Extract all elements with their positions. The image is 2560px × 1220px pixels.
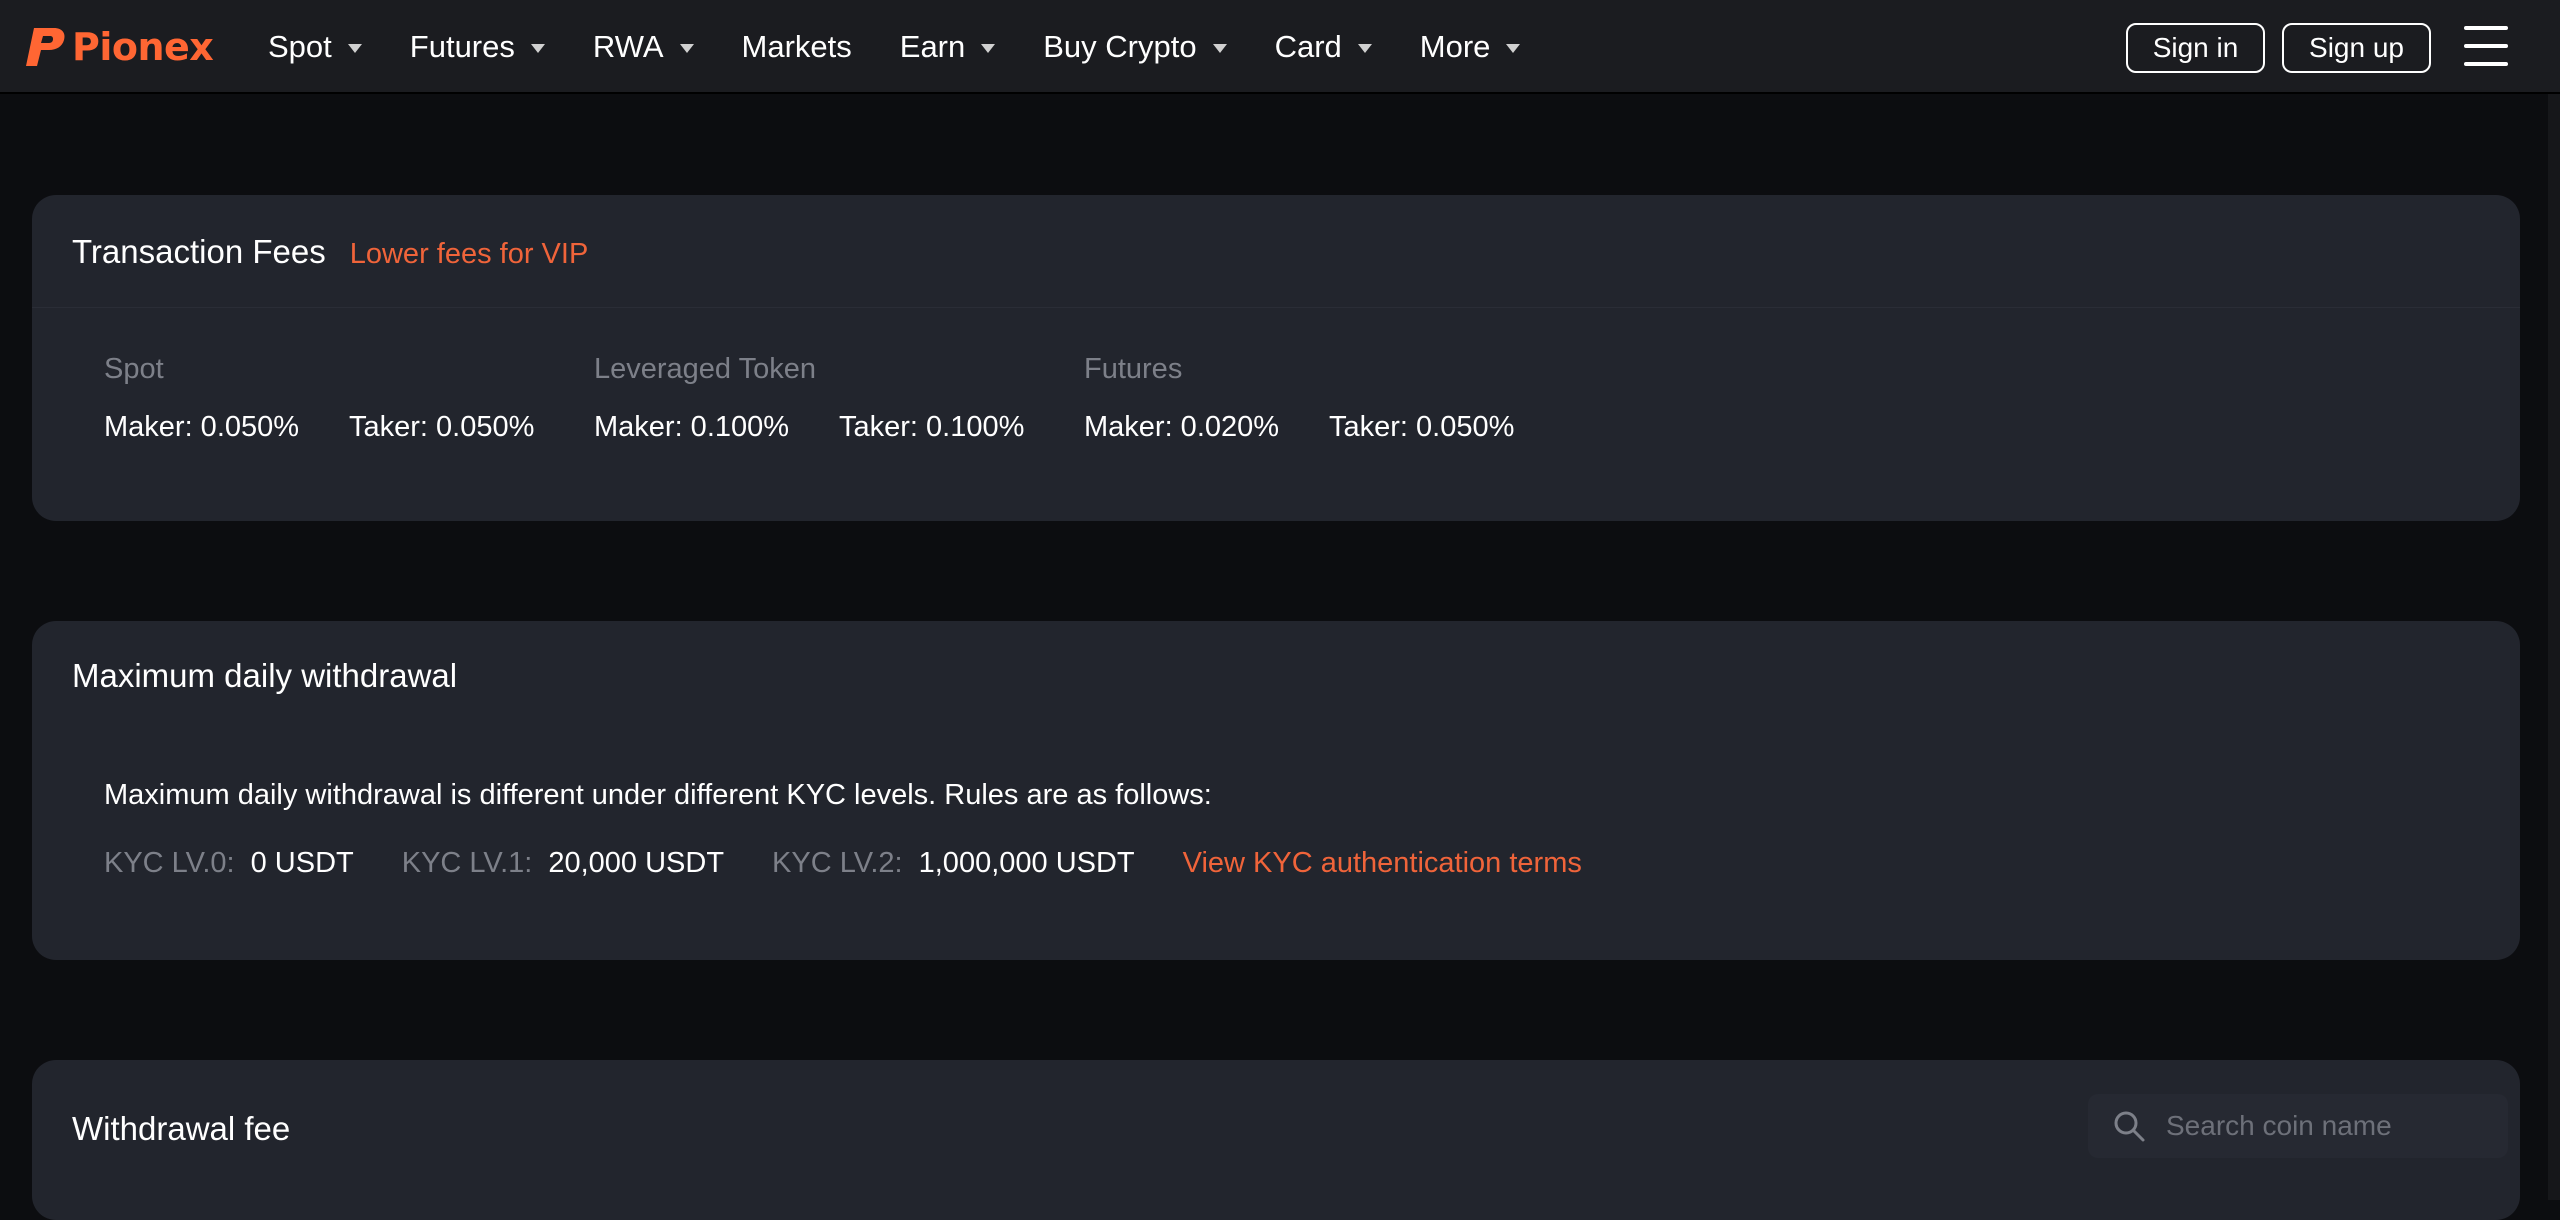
maker-fee: Maker: 0.020% (1084, 411, 1280, 443)
maker-fee: Maker: 0.050% (104, 411, 300, 443)
logo-text: Pionex (72, 25, 214, 69)
top-navbar: Pionex Spot Futures RWA Markets Earn Buy… (0, 0, 2560, 94)
search-icon (2112, 1109, 2146, 1143)
kyc-level-limit: 20,000 USDT (548, 847, 725, 879)
nav-rwa-label: RWA (592, 29, 664, 64)
taker-fee: Taker: 0.100% (839, 411, 1025, 443)
maker-fee: Maker: 0.100% (594, 411, 790, 443)
caret-down-icon (981, 43, 996, 53)
caret-down-icon (1357, 43, 1372, 53)
kyc-terms-link[interactable]: View KYC authentication terms (1183, 847, 1582, 880)
fee-group-label: Spot (104, 353, 164, 385)
transaction-fees-card: Transaction Fees Lower fees for VIP Spot… (32, 195, 2520, 521)
nav-card[interactable]: Card (1275, 0, 1372, 94)
kyc-level-label: KYC LV.0: (104, 847, 235, 879)
withdrawal-fee-title: Withdrawal fee (72, 1110, 291, 1147)
fee-group-spot: Spot Maker: 0.050% Taker: 0.050% (104, 353, 534, 443)
nav-markets[interactable]: Markets (742, 0, 852, 94)
nav-earn[interactable]: Earn (899, 0, 996, 94)
nav-more[interactable]: More (1420, 0, 1521, 94)
nav-more-label: More (1419, 29, 1491, 64)
fee-group-futures: Futures Maker: 0.020% Taker: 0.050% (1084, 353, 1514, 443)
pionex-logo[interactable]: Pionex (24, 25, 214, 69)
main-nav: Spot Futures RWA Markets Earn Buy Crypto… (268, 0, 1568, 94)
kyc-level-label: KYC LV.2: (772, 847, 903, 879)
coin-search-box[interactable] (2088, 1094, 2508, 1158)
kyc-level-label: KYC LV.1: (401, 847, 533, 879)
sign-in-button[interactable]: Sign in (2126, 23, 2265, 73)
nav-spot[interactable]: Spot (268, 0, 362, 94)
card-divider (32, 307, 2520, 308)
page-scrollbar[interactable] (2548, 94, 2560, 1200)
hamburger-menu-icon[interactable] (2464, 26, 2508, 68)
withdrawal-fee-card: Withdrawal fee (32, 1060, 2520, 1220)
nav-spot-label: Spot (268, 29, 332, 64)
caret-down-icon (1212, 43, 1227, 53)
coin-search-input[interactable] (2166, 1110, 2466, 1142)
max-withdrawal-description: Maximum daily withdrawal is different un… (104, 779, 1212, 811)
nav-card-label: Card (1274, 29, 1342, 64)
caret-down-icon (347, 43, 362, 53)
caret-down-icon (530, 43, 545, 53)
caret-down-icon (1506, 43, 1521, 53)
kyc-level-limit: 0 USDT (250, 847, 354, 879)
kyc-level-limit: 1,000,000 USDT (918, 847, 1135, 879)
kyc-limits-row: KYC LV.0: 0 USDT KYC LV.1: 20,000 USDT K… (104, 847, 1582, 880)
caret-down-icon (679, 43, 694, 53)
max-daily-withdrawal-card: Maximum daily withdrawal Maximum daily w… (32, 621, 2520, 960)
nav-buy-crypto-label: Buy Crypto (1043, 29, 1197, 64)
nav-futures[interactable]: Futures (410, 0, 545, 94)
vip-fees-link[interactable]: Lower fees for VIP (350, 238, 589, 271)
taker-fee: Taker: 0.050% (349, 411, 535, 443)
transaction-fees-title: Transaction Fees (72, 233, 326, 270)
pionex-logo-icon (26, 28, 65, 66)
nav-earn-label: Earn (899, 29, 966, 64)
nav-rwa[interactable]: RWA (593, 0, 694, 94)
nav-markets-label: Markets (741, 29, 852, 64)
sign-up-button[interactable]: Sign up (2282, 23, 2431, 73)
fee-group-label: Leveraged Token (594, 353, 816, 385)
nav-buy-crypto[interactable]: Buy Crypto (1043, 0, 1227, 94)
fee-group-label: Futures (1084, 353, 1183, 385)
fee-group-leveraged-token: Leveraged Token Maker: 0.100% Taker: 0.1… (594, 353, 1024, 443)
nav-futures-label: Futures (409, 29, 515, 64)
taker-fee: Taker: 0.050% (1329, 411, 1515, 443)
transaction-fees-heading: Transaction Fees Lower fees for VIP (72, 233, 588, 271)
max-withdrawal-title: Maximum daily withdrawal (72, 657, 458, 694)
